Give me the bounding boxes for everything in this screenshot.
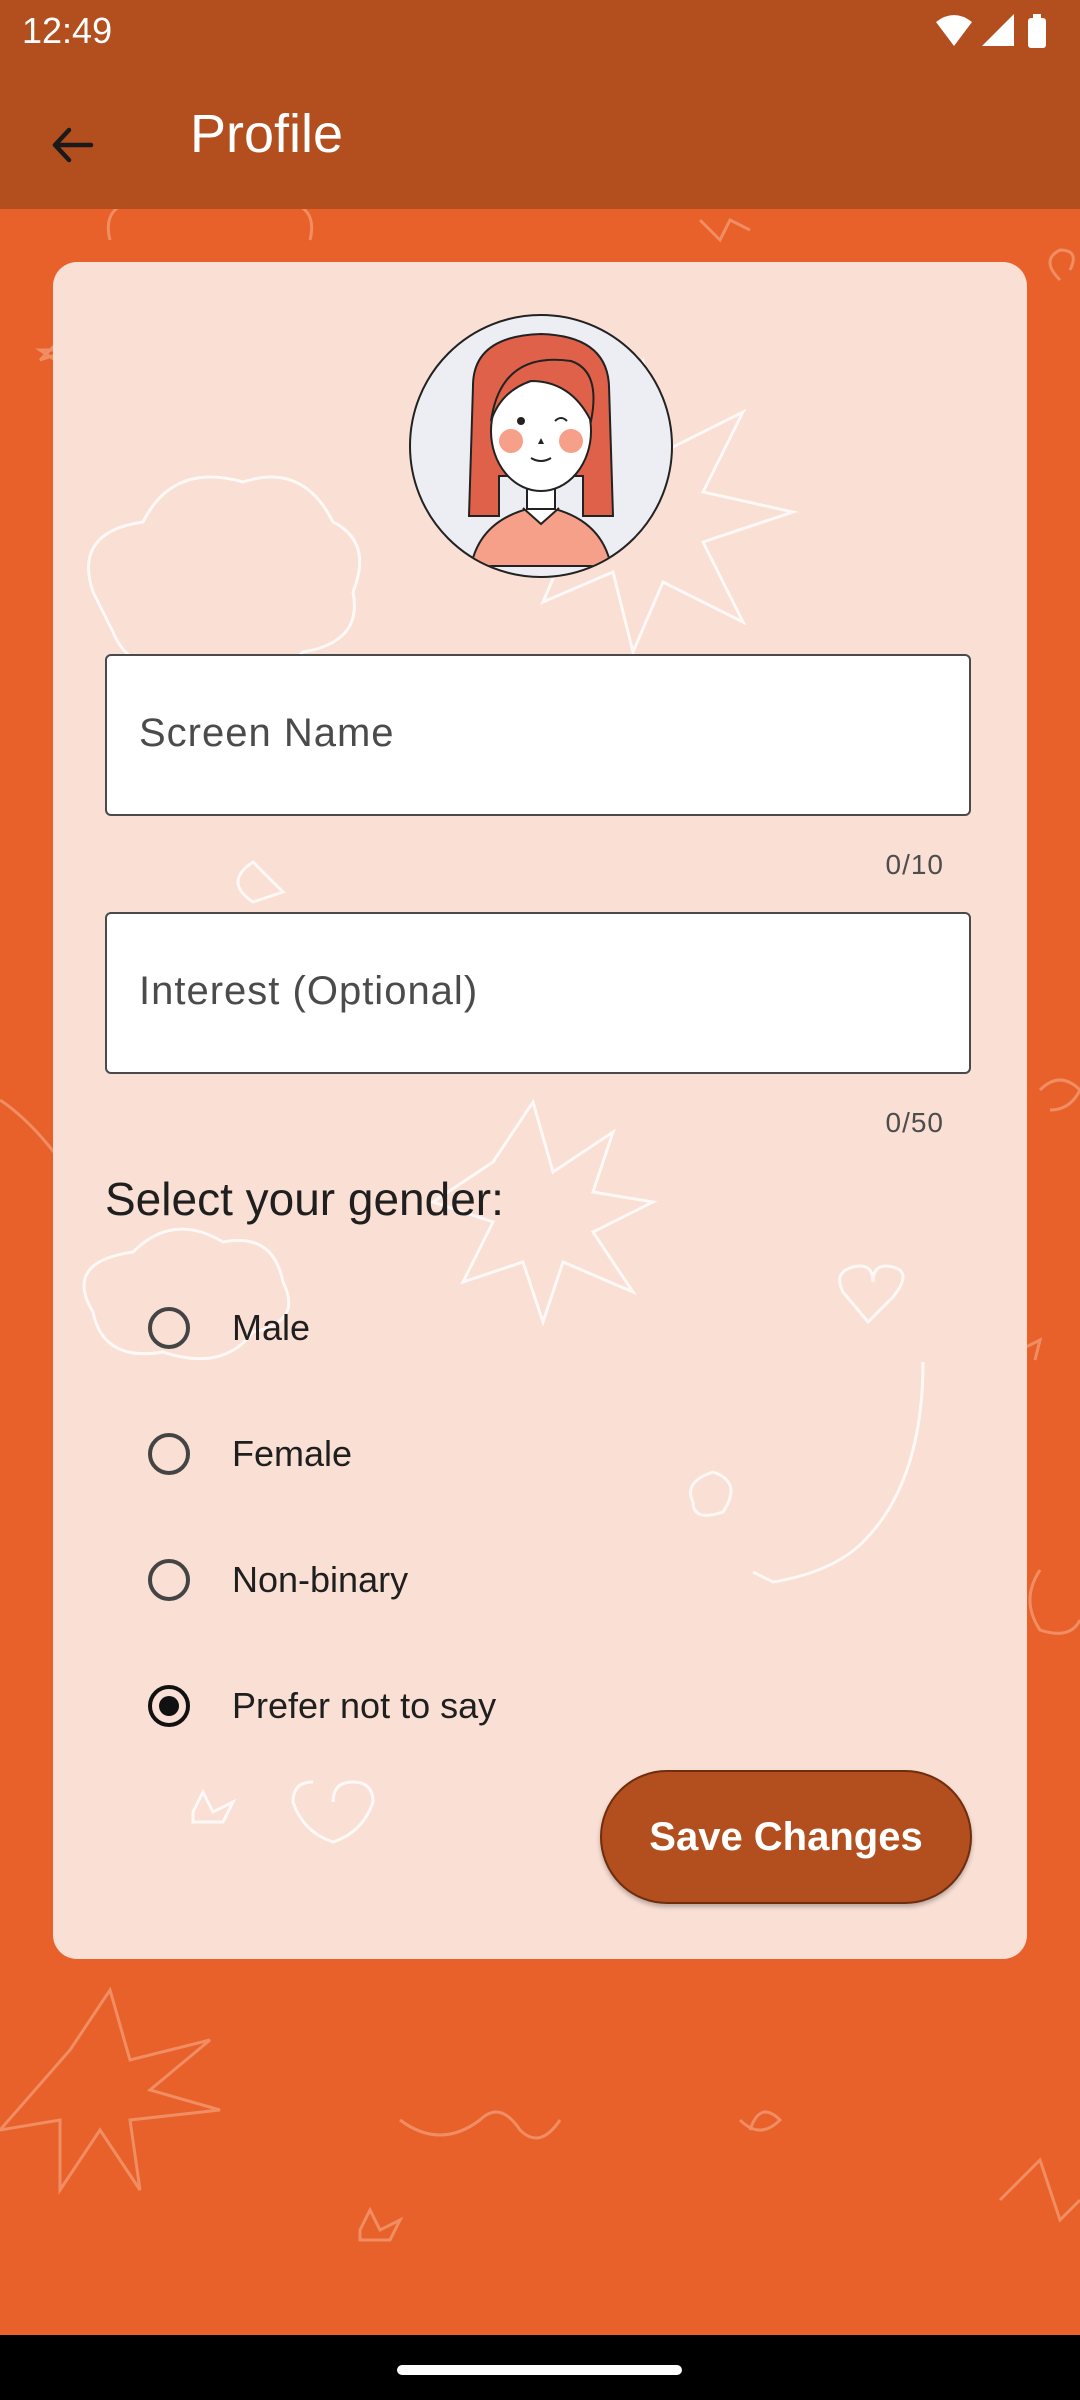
app-bar: Profile — [0, 63, 1080, 209]
interest-counter: 0/50 — [885, 1107, 944, 1138]
gender-option-female[interactable]: Female — [138, 1409, 738, 1499]
status-time: 12:49 — [22, 10, 113, 51]
gender-option-prefer-not-to-say[interactable]: Prefer not to say — [138, 1661, 738, 1751]
cellular-signal-icon — [982, 14, 1014, 46]
wifi-icon — [936, 15, 972, 46]
radio-label: Male — [232, 1307, 311, 1348]
radio-button[interactable] — [148, 1433, 190, 1475]
arrow-left-icon — [52, 127, 94, 163]
gender-heading: Select your gender: — [105, 1173, 504, 1225]
battery-icon — [1028, 14, 1046, 48]
avatar-illustration — [467, 332, 615, 567]
radio-button[interactable] — [148, 1307, 190, 1349]
radio-button-selected[interactable] — [148, 1685, 190, 1727]
radio-label: Female — [232, 1433, 353, 1474]
back-button[interactable] — [30, 103, 114, 187]
interest-field[interactable]: Interest (Optional) — [105, 912, 971, 1074]
screen-name-field[interactable]: Screen Name — [105, 654, 971, 816]
status-icons — [934, 12, 1054, 52]
screen-name-placeholder: Screen Name — [139, 711, 395, 755]
gender-option-non-binary[interactable]: Non-binary — [138, 1535, 738, 1625]
profile-screen: 12:49 Profile Screen Name 0/10 Interest … — [0, 0, 1080, 2400]
gender-option-male[interactable]: Male — [138, 1283, 738, 1373]
page-title: Profile — [190, 104, 344, 164]
avatar[interactable] — [409, 314, 673, 578]
home-gesture-handle[interactable] — [397, 2365, 682, 2375]
radio-label: Non-binary — [232, 1559, 409, 1600]
save-changes-button[interactable]: Save Changes — [600, 1770, 972, 1904]
radio-label: Prefer not to say — [232, 1685, 497, 1726]
profile-card: Screen Name 0/10 Interest (Optional) 0/5… — [53, 262, 1027, 1959]
navigation-bar — [0, 2335, 1080, 2400]
radio-button[interactable] — [148, 1559, 190, 1601]
screen-name-counter: 0/10 — [885, 849, 944, 880]
status-bar: 12:49 — [0, 0, 1080, 63]
interest-placeholder: Interest (Optional) — [139, 969, 479, 1013]
